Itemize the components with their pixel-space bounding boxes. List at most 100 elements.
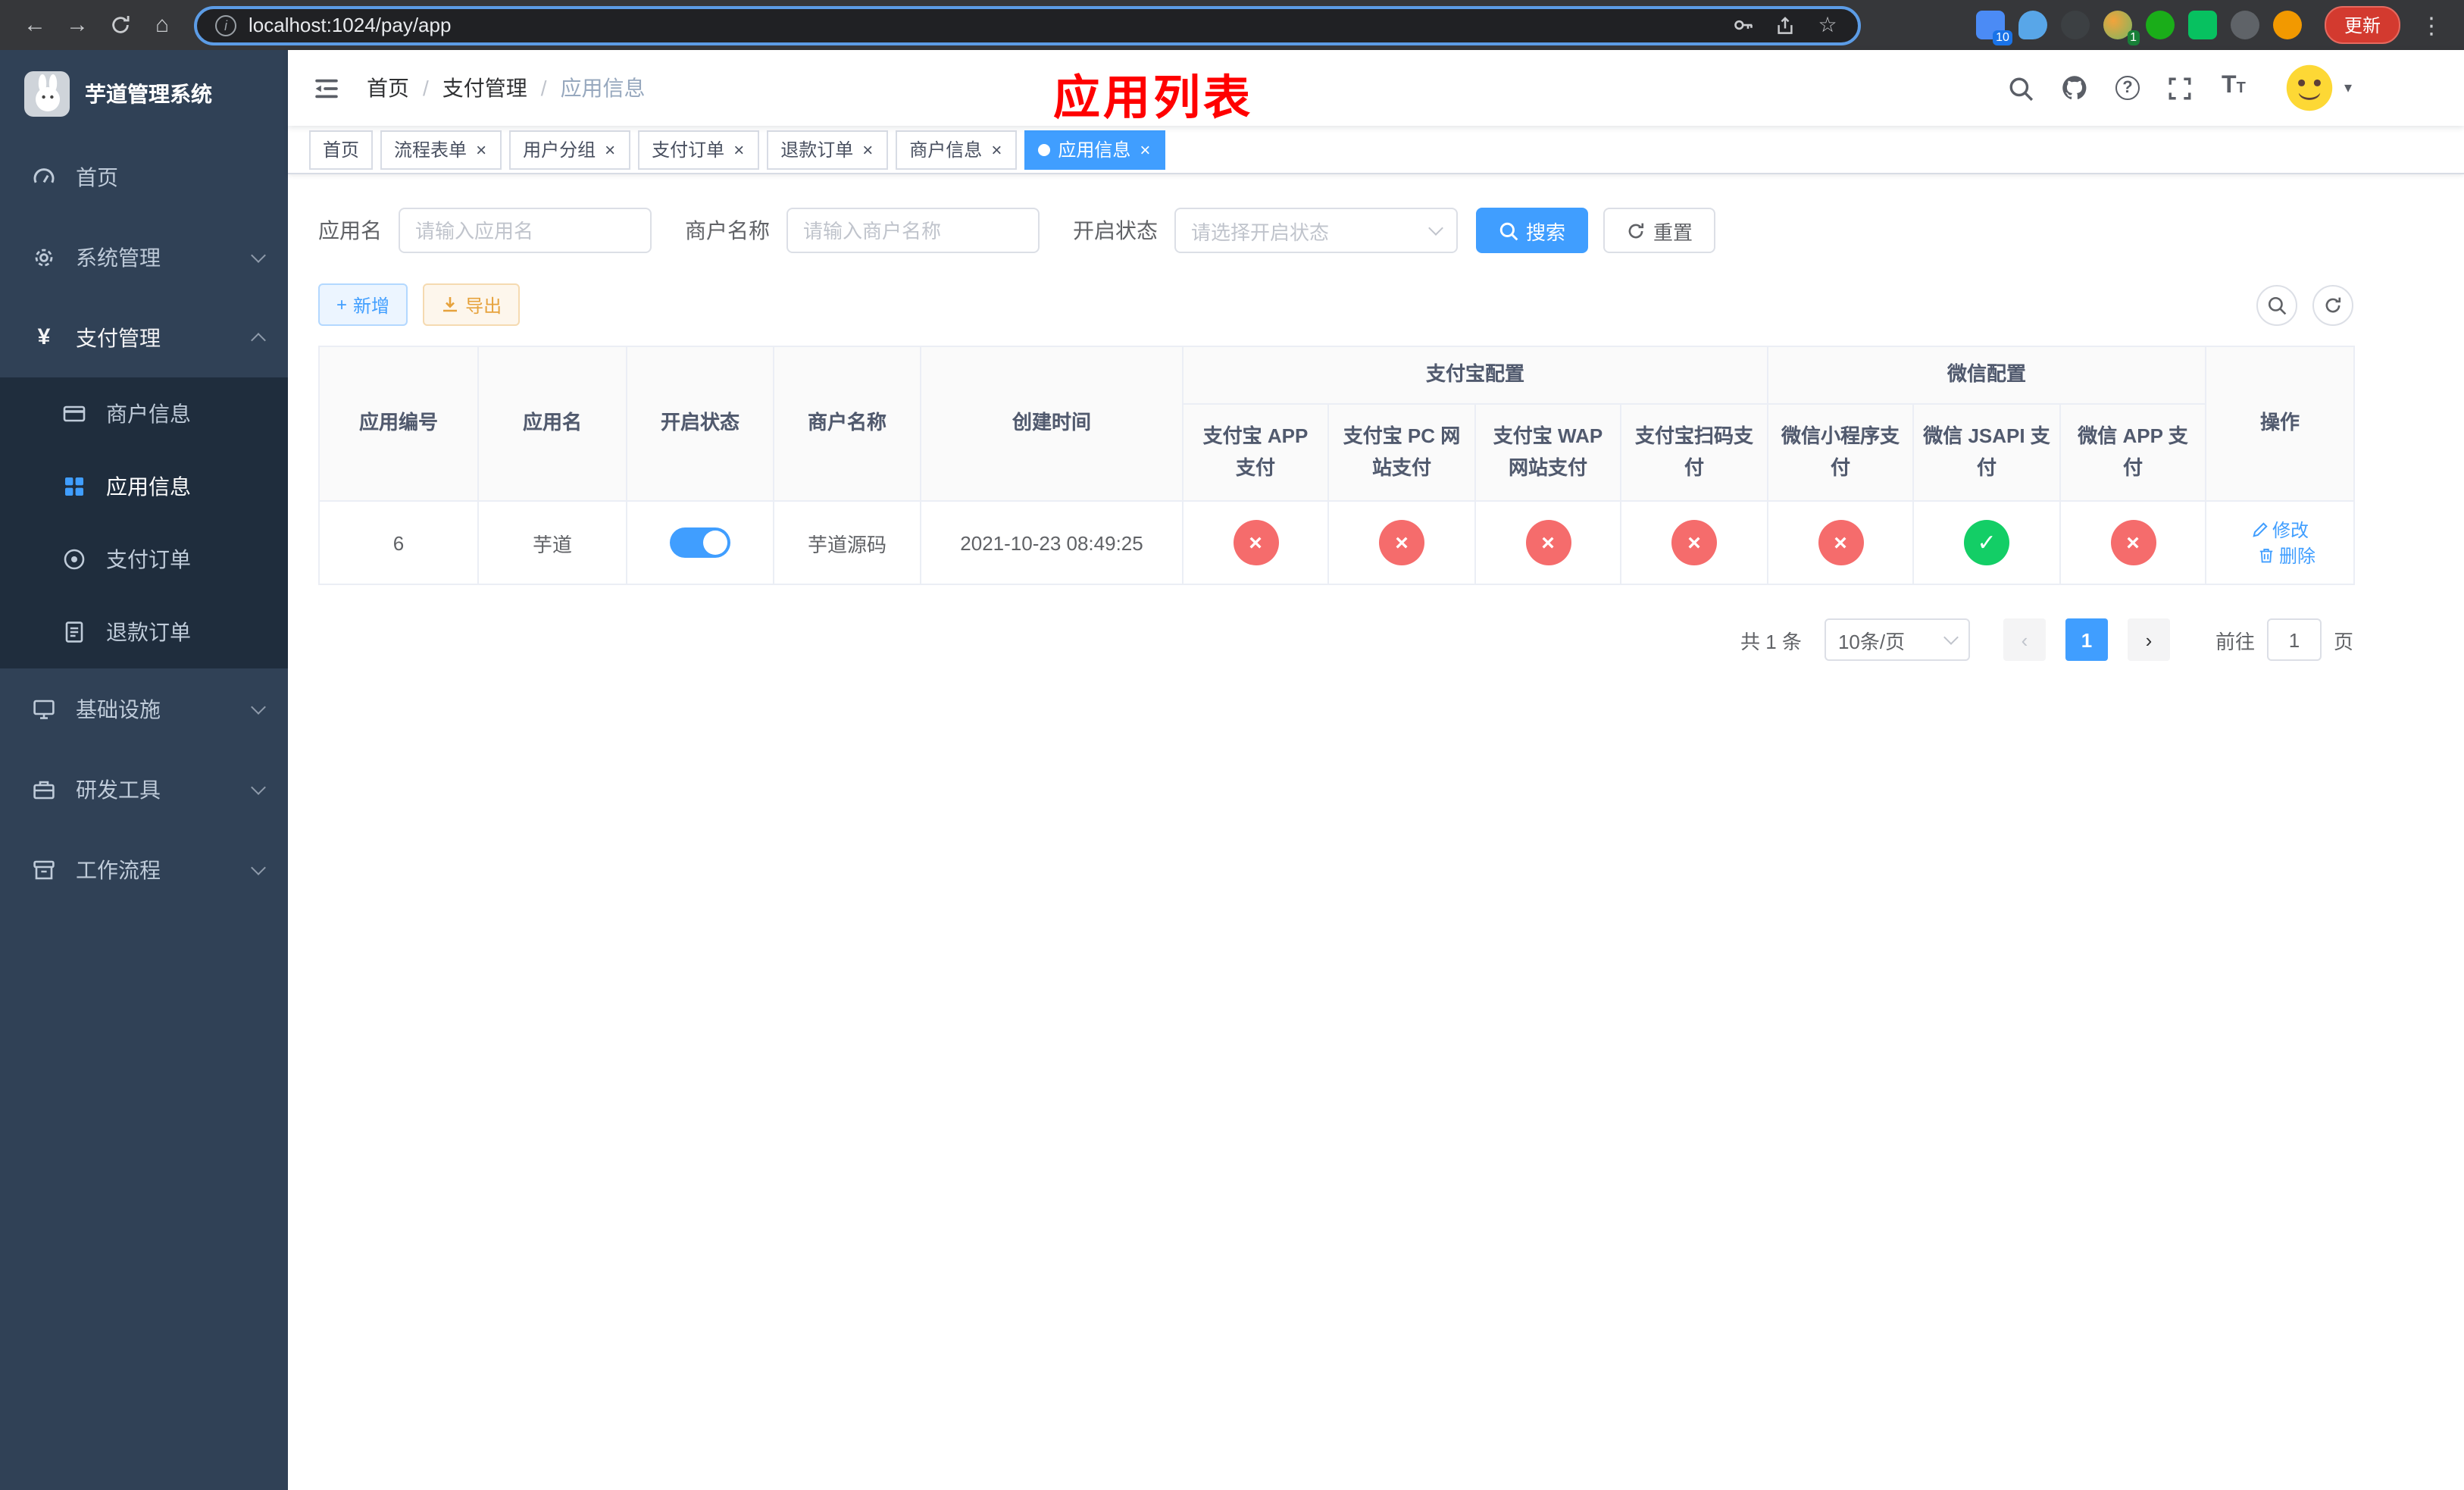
site-info-icon[interactable]: i	[215, 14, 236, 36]
next-page-button[interactable]: ›	[2127, 618, 2170, 661]
extension-icon-5[interactable]	[2145, 11, 2175, 39]
user-menu[interactable]: ▾	[2283, 62, 2352, 114]
status-toggle[interactable]	[670, 527, 730, 558]
tab-close-icon[interactable]: ×	[474, 140, 488, 158]
browser-menu-icon[interactable]: ⋮	[2414, 11, 2449, 39]
sidebar-item-home[interactable]: 首页	[0, 136, 288, 217]
sidebar-collapse-icon[interactable]	[309, 71, 342, 105]
page-size-value: 10条/页	[1837, 630, 1906, 653]
extension-icon-7[interactable]	[2230, 11, 2259, 39]
group-wechat-config: 微信配置	[1767, 346, 2207, 405]
wx-app-status-icon: ×	[2110, 520, 2156, 565]
order-circle-icon	[61, 546, 88, 573]
browser-home-button[interactable]: ⌂	[142, 5, 182, 45]
sidebar-item-merchant-info[interactable]: 商户信息	[0, 377, 288, 450]
browser-reload-button[interactable]	[100, 5, 139, 45]
cell-app-name: 芋道	[477, 500, 627, 585]
toolbar-right	[2256, 284, 2353, 325]
bookmark-star-icon[interactable]: ☆	[1815, 12, 1840, 37]
address-bar[interactable]: i localhost:1024/pay/app ☆	[194, 5, 1861, 45]
yen-icon: ¥	[37, 324, 51, 350]
tab-label: 商户信息	[909, 139, 983, 161]
status-select[interactable]: 请选择开启状态	[1174, 208, 1458, 253]
share-icon[interactable]	[1773, 13, 1797, 37]
font-size-icon[interactable]: TT	[2219, 73, 2249, 103]
user-avatar[interactable]	[2283, 62, 2335, 114]
tab-close-icon[interactable]: ×	[732, 140, 746, 158]
status-select-placeholder: 请选择开启状态	[1191, 221, 1330, 243]
group-alipay-config: 支付宝配置	[1181, 346, 1769, 405]
sidebar-item-refund-order[interactable]: 退款订单	[0, 596, 288, 668]
extension-icon-8[interactable]	[2272, 11, 2302, 39]
extension-icon-2[interactable]	[2018, 11, 2047, 39]
question-mark: ?	[2115, 76, 2140, 100]
tab-refund-order[interactable]: 退款订单 ×	[767, 130, 889, 169]
extension-icon-1[interactable]: 10	[1975, 11, 2012, 45]
breadcrumb-payment[interactable]: 支付管理	[442, 73, 527, 103]
cell-merchant: 芋道源码	[773, 500, 921, 585]
col-operations: 操作	[2205, 346, 2356, 502]
password-key-icon[interactable]	[1731, 13, 1755, 37]
tab-merchant-info[interactable]: 商户信息 ×	[896, 130, 1018, 169]
extension-badge-2: 1	[2127, 30, 2140, 45]
page-number-1[interactable]: 1	[2065, 618, 2108, 661]
extension-icon-4[interactable]: 1	[2103, 11, 2140, 45]
monitor-icon	[30, 695, 58, 722]
edit-icon	[2252, 522, 2267, 537]
sidebar-item-dev-tools[interactable]: 研发工具	[0, 749, 288, 829]
breadcrumb-home[interactable]: 首页	[367, 73, 409, 103]
page-size-select[interactable]: 10条/页	[1824, 618, 1970, 661]
prev-page-button[interactable]: ‹	[2003, 618, 2046, 661]
help-icon[interactable]: ?	[2112, 73, 2143, 103]
search-button[interactable]: 搜索	[1476, 208, 1589, 253]
sidebar-item-pay-order[interactable]: 支付订单	[0, 523, 288, 596]
sidebar-item-system[interactable]: 系统管理	[0, 217, 288, 297]
tab-app-info[interactable]: 应用信息 ×	[1024, 130, 1166, 169]
browser-update-button[interactable]: 更新	[2324, 6, 2400, 44]
reset-button[interactable]: 重置	[1603, 208, 1716, 253]
goto-page-input[interactable]	[2266, 618, 2322, 661]
gear-icon	[30, 243, 58, 271]
toggle-search-button[interactable]	[2256, 284, 2297, 325]
sidebar-label: 商户信息	[106, 402, 191, 426]
col-merchant: 商户名称	[773, 346, 921, 502]
tab-close-icon[interactable]: ×	[861, 140, 874, 158]
extension-icon-6[interactable]	[2187, 11, 2217, 39]
edit-button[interactable]: 修改	[2251, 517, 2309, 543]
tab-close-icon[interactable]: ×	[990, 140, 1003, 158]
export-button[interactable]: 导出	[423, 283, 521, 326]
github-icon[interactable]	[2059, 73, 2090, 103]
tab-user-group[interactable]: 用户分组 ×	[509, 130, 631, 169]
tab-close-icon[interactable]: ×	[603, 140, 617, 158]
fullscreen-icon[interactable]	[2165, 73, 2196, 103]
export-button-label: 导出	[465, 295, 502, 316]
sidebar-item-payment[interactable]: ¥ 支付管理	[0, 297, 288, 377]
col-created: 创建时间	[920, 346, 1184, 502]
sidebar-item-infra[interactable]: 基础设施	[0, 668, 288, 749]
col-wx-mini: 微信小程序支付	[1767, 403, 1915, 502]
app-name-label: 应用名	[318, 218, 382, 243]
tab-process-form[interactable]: 流程表单 ×	[380, 130, 502, 169]
sidebar-item-workflow[interactable]: 工作流程	[0, 829, 288, 909]
search-icon	[2268, 296, 2287, 315]
delete-button[interactable]: 删除	[2258, 543, 2315, 568]
sidebar-label: 支付管理	[76, 325, 161, 349]
search-icon[interactable]	[2006, 73, 2037, 103]
tab-home[interactable]: 首页	[309, 130, 374, 169]
url-text[interactable]: localhost:1024/pay/app	[249, 14, 1718, 36]
browser-forward-button[interactable]: →	[58, 5, 97, 45]
sidebar-item-app-info[interactable]: 应用信息	[0, 450, 288, 523]
refresh-table-button[interactable]	[2312, 284, 2353, 325]
app-name-input[interactable]	[399, 208, 652, 253]
tab-close-icon[interactable]: ×	[1138, 140, 1152, 158]
toolbox-icon	[30, 775, 58, 803]
table-toolbar: + 新增 导出	[318, 283, 2353, 326]
col-alipay-wap: 支付宝 WAP 网站支付	[1474, 403, 1621, 502]
delete-label: 删除	[2279, 546, 2316, 567]
browser-back-button[interactable]: ←	[15, 5, 55, 45]
add-button[interactable]: + 新增	[318, 283, 408, 326]
merchant-name-input[interactable]	[786, 208, 1040, 253]
cell-status	[626, 500, 774, 585]
extension-icon-3[interactable]	[2060, 11, 2090, 39]
tab-pay-order[interactable]: 支付订单 ×	[638, 130, 760, 169]
